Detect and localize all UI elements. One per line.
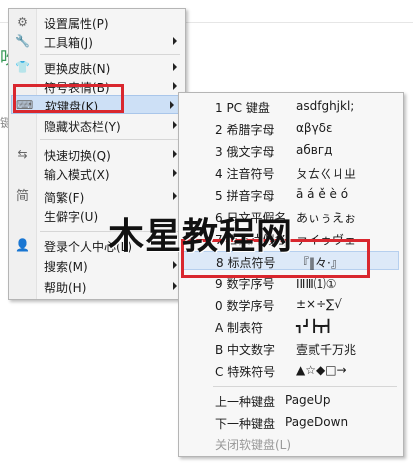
keyboard-option-math[interactable]: 0 数学序号 ±×÷∑√ [179,295,403,314]
option-preview: ±×÷∑√ [296,297,342,311]
submenu-arrow-icon [173,282,177,290]
keyboard-option-pc[interactable]: 1 PC 键盘 asdfghjkl; [179,97,403,116]
submenu-arrow-icon [173,82,177,90]
menu-item-simplified-traditional[interactable]: 简 简繁(F) [9,187,185,206]
submenu-arrow-icon [173,121,177,129]
keyboard-option-zhuyin[interactable]: 4 注音符号 ㄆㄊㄍㄐㄓ [179,163,403,182]
option-name: 1 PC 键盘 [215,101,270,115]
menu-item-label: 帮助(H) [44,281,87,295]
switch-icon: ⇆ [17,147,28,161]
option-name: 0 数学序号 [215,299,275,313]
settings-icon: ⚙ [17,15,28,29]
option-preview: ┓┛┣┳┫ [296,319,333,333]
shirt-icon: 👕 [15,60,30,74]
submenu-arrow-icon [173,169,177,177]
watermark: 木星教程网 [108,216,294,257]
option-name: 下一种键盘 [215,417,276,431]
option-name: 上一种键盘 [215,395,276,409]
option-name: B 中文数字 [215,343,276,357]
menu-item-skin[interactable]: 👕 更换皮肤(N) [9,58,185,77]
menu-separator [213,386,397,387]
simplified-icon: 简 [15,189,29,204]
submenu-arrow-icon [173,63,177,71]
keyboard-option-box-drawing[interactable]: A 制表符 ┓┛┣┳┫ [179,317,403,336]
menu-item-input-mode[interactable]: 输入模式(X) [9,164,185,183]
menu-item-toolbox[interactable]: 🔧 工具箱(J) [9,32,185,51]
option-name: 2 希腊字母 [215,123,275,137]
submenu-arrow-icon [173,192,177,200]
option-name: A 制表符 [215,321,264,335]
next-keyboard-item[interactable]: 下一种键盘 PageDown [179,413,403,432]
option-name: 4 注音符号 [215,167,275,181]
shortcut-key: PageDown [285,415,349,429]
option-name: 关闭软键盘(L) [215,438,292,452]
menu-item-label: 工具箱(J) [44,36,93,50]
menu-item-settings[interactable]: ⚙ 设置属性(P) [9,13,185,32]
option-preview: αβγδε [296,121,333,135]
close-soft-keyboard-item[interactable]: 关闭软键盘(L) [179,434,403,453]
menu-item-label: 更换皮肤(N) [44,62,111,76]
option-preview: asdfghjkl; [296,99,355,113]
background-glyph: 吹 [0,44,18,70]
keyboard-option-greek[interactable]: 2 希腊字母 αβγδε [179,119,403,138]
previous-keyboard-item[interactable]: 上一种键盘 PageUp [179,391,403,410]
menu-item-label: 设置属性(P) [44,17,109,31]
menu-item-label: 搜索(M) [44,260,88,274]
menu-item-label: 生僻字(U) [44,210,99,224]
option-name: 5 拼音字母 [215,189,275,203]
menu-item-quick-switch[interactable]: ⇆ 快速切换(Q) [9,145,185,164]
option-preview: абвгд [296,143,333,157]
user-icon: 👤 [15,238,30,252]
keyboard-option-pinyin[interactable]: 5 拼音字母 ā á ě è ó [179,185,403,204]
menu-item-label: 输入模式(X) [44,168,110,182]
option-preview: ā á ě è ó [296,187,349,201]
keyboard-option-special-symbols[interactable]: C 特殊符号 ▲☆◆□→ [179,361,403,380]
wrench-icon: 🔧 [15,34,30,48]
submenu-arrow-icon [170,101,174,109]
highlight-box-soft-keyboard [13,84,124,113]
menu-item-help[interactable]: 帮助(H) [9,277,185,296]
keyboard-option-chinese-numbers[interactable]: B 中文数字 壹贰千万兆 [179,339,403,358]
menu-item-hide-statusbar[interactable]: 隐藏状态栏(Y) [9,116,185,135]
option-preview: ㄆㄊㄍㄐㄓ [296,167,357,181]
menu-item-label: 隐藏状态栏(Y) [44,120,121,134]
submenu-arrow-icon [173,261,177,269]
option-preview: ▲☆◆□→ [296,363,347,377]
submenu-arrow-icon [173,37,177,45]
option-name: 3 俄文字母 [215,145,275,159]
menu-separator [40,139,180,140]
menu-separator [40,54,180,55]
option-preview: 壹贰千万兆 [296,343,357,357]
keyboard-option-russian[interactable]: 3 俄文字母 абвгд [179,141,403,160]
background-text: 键 [0,116,13,130]
option-name: C 特殊符号 [215,365,276,379]
shortcut-key: PageUp [285,393,331,407]
option-preview: あぃぅえぉ [296,211,357,225]
menu-item-label: 简繁(F) [44,191,85,205]
submenu-arrow-icon [173,150,177,158]
menu-item-label: 快速切换(Q) [44,149,111,163]
